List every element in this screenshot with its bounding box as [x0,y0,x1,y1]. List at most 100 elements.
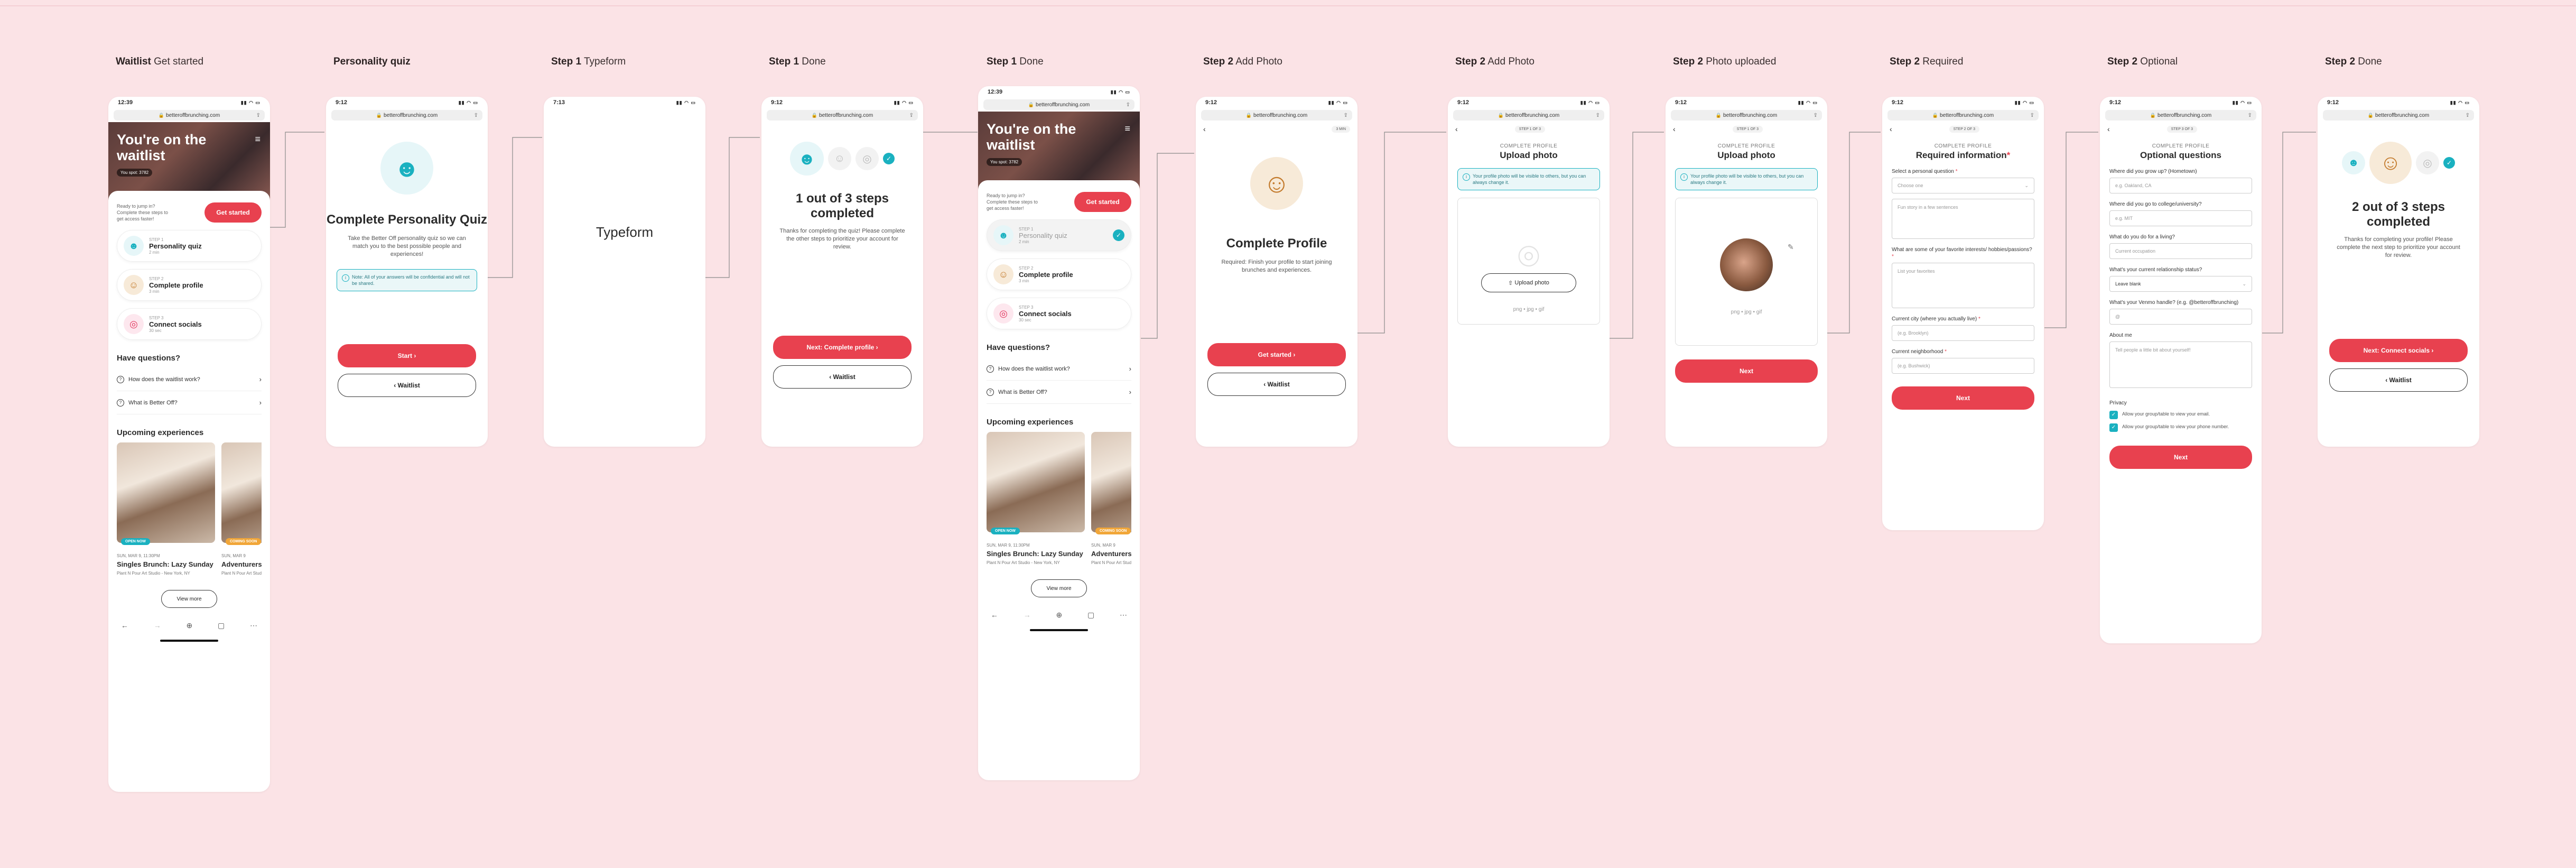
waitlist-button[interactable]: ‹ Waitlist [338,374,476,397]
neighborhood-input[interactable]: (e.g. Bushwick) [1892,358,2034,374]
back-icon[interactable]: ← [121,621,128,630]
step-item[interactable]: ☻ STEP 1 Personality quiz 2 min [117,230,262,262]
share-icon[interactable]: ⇪ [1344,113,1348,118]
email-visibility-checkbox[interactable]: ✓ Allow your group/table to view your ema… [2109,411,2252,419]
phone-optional-questions: 9:12 ▮▮ ◠ ▭ 🔒 betteroffbrunching.com ⇪ ‹ STE… [2100,97,2262,643]
back-icon[interactable]: ← [991,611,998,619]
url-bar[interactable]: 🔒 betteroffbrunching.com ⇪ [767,110,918,121]
get-started-button[interactable]: Get started [1074,192,1131,212]
faq-item[interactable]: ? What is Better Off? › [987,381,1131,404]
get-started-button[interactable]: Get started › [1207,343,1346,366]
experience-card[interactable]: OPEN NOW SUN, MAR 9, 11:30PM Singles Bru… [117,442,215,576]
photo-dropzone[interactable]: ⌾ ⇧ Upload photo png • jpg • gif [1457,198,1600,325]
share-icon[interactable]: ⇪ [2030,113,2034,118]
new-tab-icon[interactable]: ⊕ [186,621,192,630]
experience-card[interactable]: COMING SOON SUN, MAR 9 Adventurers Meetu… [221,442,262,576]
more-icon[interactable]: ⋯ [1120,611,1127,620]
camera-icon: ⌾ [1518,236,1540,277]
share-icon[interactable]: ⇪ [474,113,478,118]
start-button[interactable]: Start › [338,344,476,367]
lock-icon: 🔒 [1245,112,1252,118]
kicker: COMPLETE PROFILE [1500,143,1558,149]
relationship-select[interactable]: Leave blank ⌄ [2109,276,2252,292]
back-chevron-icon[interactable]: ‹ [1673,125,1676,133]
back-chevron-icon[interactable]: ‹ [1890,125,1892,133]
phone-waitlist-step1: 12:39 ▮▮ ◠ ▭ 🔒 betteroffbrunching.com ⇪ You… [978,86,1140,780]
url-bar[interactable]: 🔒 betteroffbrunching.com ⇪ [983,99,1134,110]
new-tab-icon[interactable]: ⊕ [1056,611,1062,620]
view-more-button[interactable]: View more [161,590,217,608]
photo-preview[interactable]: ✎ png • jpg • gif [1675,198,1818,346]
faq-item[interactable]: ? How does the waitlist work? › [117,368,262,391]
waitlist-button[interactable]: ‹ Waitlist [2329,368,2468,392]
edit-icon[interactable]: ✎ [1788,243,1794,252]
next-button[interactable]: Next [1892,386,2034,410]
tabs-icon[interactable]: ▢ [1087,611,1094,620]
step-item[interactable]: ◎ STEP 3 Connect socials 30 sec [987,298,1131,329]
next-connect-socials-button[interactable]: Next: Connect socials › [2329,339,2468,362]
occupation-input[interactable]: Current occupation [2109,243,2252,259]
faq-item[interactable]: ? How does the waitlist work? › [987,357,1131,381]
personal-question-select[interactable]: Choose one ⌄ [1892,178,2034,193]
experience-carousel[interactable]: OPEN NOW SUN, MAR 9, 11:30PM Singles Bru… [117,442,262,576]
interests-textarea[interactable]: List your favorites [1892,263,2034,308]
next-complete-profile-button[interactable]: Next: Complete profile › [773,336,912,359]
step-item[interactable]: ☻ STEP 1 Personality quiz 2 min ✓ [987,219,1131,251]
view-more-button[interactable]: View more [1031,579,1087,597]
more-icon[interactable]: ⋯ [250,621,257,630]
fun-story-textarea[interactable]: Fun story in a few sentences [1892,199,2034,239]
step-item[interactable]: ☺ STEP 2 Complete profile 3 min [117,269,262,301]
hero-title: You're on the waitlist [987,121,1076,153]
url-bar[interactable]: 🔒 betteroffbrunching.com ⇪ [331,110,482,121]
experience-card[interactable]: OPEN NOW SUN, MAR 9, 11:30PM Singles Bru… [987,432,1085,566]
url-bar[interactable]: 🔒 betteroffbrunching.com ⇪ [114,110,265,121]
tabs-icon[interactable]: ▢ [218,621,225,630]
share-icon[interactable]: ⇪ [256,113,261,118]
menu-icon[interactable]: ≡ [1124,123,1130,134]
get-started-button[interactable]: Get started [204,202,262,223]
step-item[interactable]: ◎ STEP 3 Connect socials 30 sec [117,308,262,340]
experience-carousel[interactable]: OPEN NOW SUN, MAR 9, 11:30PM Singles Bru… [987,432,1131,566]
share-icon[interactable]: ⇪ [2248,113,2252,118]
back-chevron-icon[interactable]: ‹ [2107,125,2110,133]
question-icon: ? [987,365,994,373]
back-chevron-icon[interactable]: ‹ [1203,125,1206,133]
url-bar[interactable]: 🔒 betteroffbrunching.com ⇪ [2105,110,2256,121]
city-input[interactable]: (e.g. Brooklyn) [1892,325,2034,341]
share-icon[interactable]: ⇪ [1126,102,1130,108]
step-item[interactable]: ☺ STEP 2 Complete profile 3 min [987,258,1131,290]
share-icon[interactable]: ⇪ [1814,113,1818,118]
phone-required-info: 9:12 ▮▮ ◠ ▭ 🔒 betteroffbrunching.com ⇪ ‹ STE… [1882,97,2044,530]
check-icon: ✓ [883,153,895,164]
lock-icon: 🔒 [1715,112,1722,118]
menu-icon[interactable]: ≡ [255,134,261,145]
forward-icon[interactable]: → [1024,611,1031,619]
faq-item[interactable]: ? What is Better Off? › [117,391,262,414]
share-icon[interactable]: ⇪ [1596,113,1600,118]
hometown-input[interactable]: e.g. Oakland, CA [2109,178,2252,193]
next-button[interactable]: Next [1675,359,1818,383]
check-icon: ✓ [2443,157,2455,169]
back-chevron-icon[interactable]: ‹ [1455,125,1458,133]
venmo-input[interactable]: @ [2109,309,2252,325]
waitlist-button[interactable]: ‹ Waitlist [1207,373,1346,396]
phone-visibility-checkbox[interactable]: ✓ Allow your group/table to view your pho… [2109,423,2252,432]
upload-photo-button[interactable]: ⇧ Upload photo [1481,273,1576,292]
next-button[interactable]: Next [2109,446,2252,469]
experience-card[interactable]: COMING SOON SUN, MAR 9 Adventurers Meetu… [1091,432,1131,566]
hero-title: You're on the waitlist [117,132,207,163]
url-bar[interactable]: 🔒 betteroffbrunching.com ⇪ [1453,110,1604,121]
url-bar[interactable]: 🔒 betteroffbrunching.com ⇪ [2323,110,2474,121]
phone-step1-done: 9:12 ▮▮ ◠ ▭ 🔒 betteroffbrunching.com ⇪ ☻ ☺ … [761,97,923,447]
college-input[interactable]: e.g. MIT [2109,210,2252,226]
screen-title: Step 1 Done [987,56,1044,67]
about-me-textarea[interactable]: Tell people a little bit about yourself! [2109,341,2252,388]
privacy-heading: Privacy [2109,400,2127,406]
url-bar[interactable]: 🔒 betteroffbrunching.com ⇪ [1671,110,1822,121]
share-icon[interactable]: ⇪ [2466,113,2470,118]
forward-icon[interactable]: → [154,621,161,630]
url-bar[interactable]: 🔒 betteroffbrunching.com ⇪ [1201,110,1352,121]
share-icon[interactable]: ⇪ [909,113,914,118]
url-bar[interactable]: 🔒 betteroffbrunching.com ⇪ [1887,110,2039,121]
waitlist-button[interactable]: ‹ Waitlist [773,365,912,389]
